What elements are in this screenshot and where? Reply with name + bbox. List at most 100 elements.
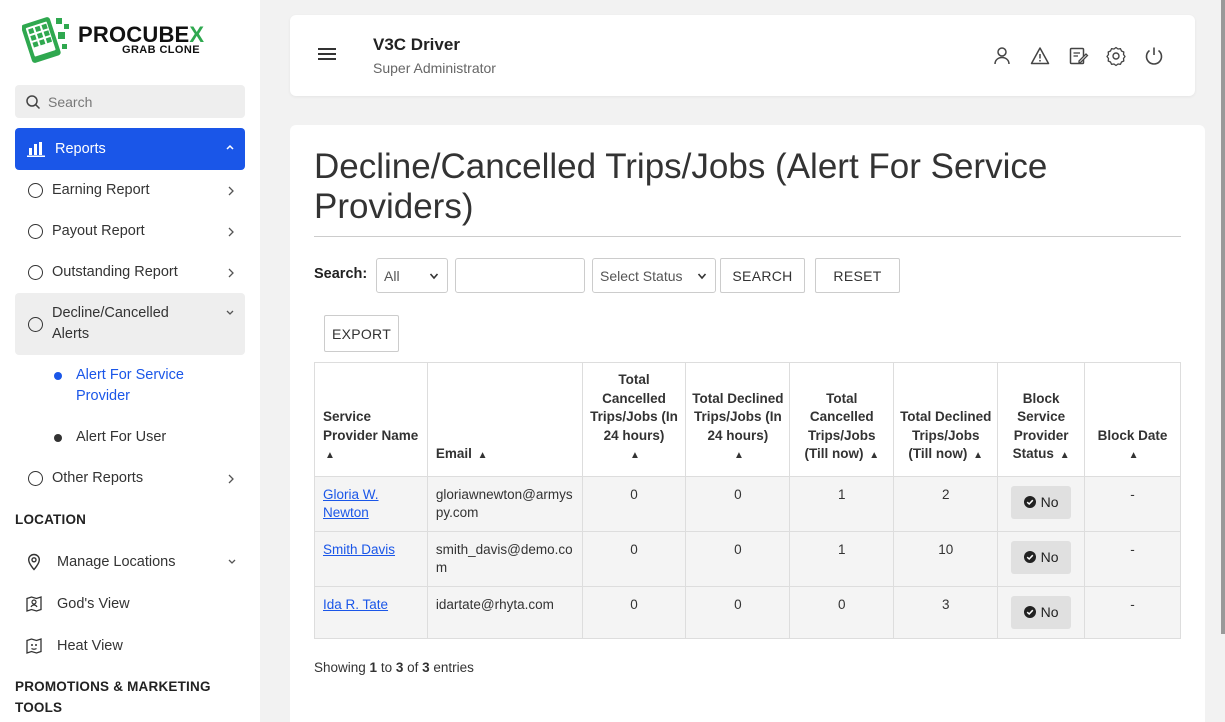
column-header[interactable]: Total Cancelled Trips/Jobs (In 24 hours)… bbox=[581, 362, 687, 477]
sidebar-item-payout-report[interactable]: Payout Report bbox=[15, 221, 245, 242]
page-title: Decline/Cancelled Trips/Jobs (Alert For … bbox=[314, 147, 1048, 226]
circle-icon bbox=[28, 265, 43, 280]
logo-subtitle: GRAB CLONE bbox=[122, 44, 200, 56]
header-subtitle: Super Administrator bbox=[373, 60, 496, 76]
settings-icon[interactable] bbox=[1105, 45, 1127, 67]
cell-block-date: - bbox=[1084, 585, 1181, 639]
chevron-down-icon bbox=[429, 273, 439, 280]
cell-declined-24h: 0 bbox=[685, 585, 791, 639]
cell-declined-total: 3 bbox=[893, 585, 999, 639]
keyword-input[interactable] bbox=[455, 258, 585, 293]
map-pin-icon bbox=[27, 553, 41, 571]
block-status-button[interactable]: No bbox=[1011, 540, 1072, 574]
map-user-icon bbox=[26, 595, 42, 612]
sidebar: PROCUBEX GRAB CLONE Search Reports Earni… bbox=[0, 0, 260, 722]
sidebar-item-gods-view[interactable]: God's View bbox=[15, 593, 245, 614]
cell-declined-24h: 0 bbox=[685, 530, 791, 587]
header-title: V3C Driver bbox=[373, 35, 460, 54]
reset-button[interactable]: RESET bbox=[815, 258, 900, 293]
provider-name-link[interactable]: Smith Davis bbox=[323, 542, 395, 557]
sidebar-search[interactable]: Search bbox=[15, 85, 245, 118]
status-select[interactable]: Select Status bbox=[592, 258, 716, 293]
alert-icon[interactable] bbox=[1029, 45, 1051, 67]
cell-cancelled-24h: 0 bbox=[581, 530, 687, 587]
sidebar-item-reports[interactable]: Reports bbox=[15, 128, 245, 170]
export-button[interactable]: EXPORT bbox=[324, 315, 399, 352]
alerts-table: Service Provider Name ▲︎ Email ▲︎ Total … bbox=[314, 362, 1181, 639]
column-header[interactable]: Total Cancelled Trips/Jobs (Till now) ▲︎ bbox=[789, 362, 895, 477]
cell-cancelled-total: 1 bbox=[789, 475, 895, 532]
circle-icon bbox=[28, 224, 43, 239]
column-header[interactable]: Block Service Provider Status ▲︎ bbox=[997, 362, 1086, 477]
search-icon bbox=[26, 94, 41, 109]
column-header[interactable]: Block Date ▲︎ bbox=[1084, 362, 1181, 477]
sidebar-subitem-alert-user[interactable]: Alert For User bbox=[54, 427, 166, 448]
main-content: Decline/Cancelled Trips/Jobs (Alert For … bbox=[290, 125, 1205, 722]
divider bbox=[314, 236, 1181, 237]
cell-declined-total: 2 bbox=[893, 475, 999, 532]
logo[interactable]: PROCUBEX GRAB CLONE bbox=[22, 14, 222, 68]
sort-icon: ▲︎ bbox=[630, 450, 640, 461]
column-header[interactable]: Total Declined Trips/Jobs (Till now) ▲︎ bbox=[893, 362, 999, 477]
column-header[interactable]: Total Declined Trips/Jobs (In 24 hours) ▲… bbox=[685, 362, 791, 477]
sort-icon: ▲︎ bbox=[973, 450, 984, 461]
table-row: Ida R. Tate idartate@rhyta.com 0 0 0 3 N… bbox=[314, 585, 1181, 639]
page-scrollbar[interactable] bbox=[1221, 0, 1225, 634]
chevron-right-icon bbox=[228, 227, 234, 237]
column-header[interactable]: Service Provider Name ▲︎ bbox=[314, 362, 428, 477]
chevron-up-icon bbox=[226, 144, 234, 150]
email-cell: gloriawnewton@armyspy.com bbox=[426, 475, 583, 532]
heat-map-icon bbox=[26, 637, 42, 654]
logo-cube-icon bbox=[22, 17, 69, 63]
sidebar-item-heat-view[interactable]: Heat View bbox=[15, 635, 245, 656]
sidebar-item-earning-report[interactable]: Earning Report bbox=[15, 180, 245, 201]
search-button[interactable]: SEARCH bbox=[720, 258, 805, 293]
search-placeholder: Search bbox=[48, 93, 93, 110]
chevron-down-icon bbox=[228, 559, 236, 564]
email-cell: idartate@rhyta.com bbox=[426, 585, 583, 639]
cell-block-date: - bbox=[1084, 530, 1181, 587]
chevron-right-icon bbox=[228, 186, 234, 196]
sidebar-item-outstanding-report[interactable]: Outstanding Report bbox=[15, 262, 245, 283]
sidebar-subitem-alert-service-provider[interactable]: Alert For Service Provider bbox=[54, 365, 206, 407]
cell-declined-total: 10 bbox=[893, 530, 999, 587]
search-field-select[interactable]: All bbox=[376, 258, 448, 293]
chevron-down-icon bbox=[697, 273, 707, 280]
sidebar-item-other-reports[interactable]: Other Reports bbox=[15, 468, 245, 489]
dot-icon bbox=[54, 434, 62, 442]
circle-icon bbox=[28, 316, 43, 332]
edit-icon[interactable] bbox=[1067, 45, 1089, 67]
cell-block-date: - bbox=[1084, 475, 1181, 532]
sort-icon: ▲︎ bbox=[733, 450, 744, 461]
sidebar-item-label: Reports bbox=[55, 141, 106, 157]
sidebar-item-decline-cancelled-alerts[interactable]: Decline/Cancelled Alerts bbox=[15, 303, 245, 345]
table-row: Smith Davis smith_davis@demo.com 0 0 1 1… bbox=[314, 530, 1181, 587]
header-icons bbox=[991, 45, 1165, 67]
column-header[interactable]: Email ▲︎ bbox=[426, 362, 583, 477]
block-status-button[interactable]: No bbox=[1011, 595, 1072, 629]
sidebar-item-manage-locations[interactable]: Manage Locations bbox=[15, 551, 245, 572]
dot-icon bbox=[54, 372, 62, 380]
section-heading-promotions: PROMOTIONS & MARKETING TOOLS bbox=[15, 679, 211, 715]
provider-name-link[interactable]: Ida R. Tate bbox=[323, 597, 388, 612]
email-cell: smith_davis@demo.com bbox=[426, 530, 583, 587]
chevron-down-icon bbox=[226, 310, 234, 315]
sort-icon: ▲︎ bbox=[1059, 450, 1070, 461]
search-label: Search: bbox=[314, 266, 368, 282]
chevron-right-icon bbox=[228, 268, 234, 278]
cell-declined-24h: 0 bbox=[685, 475, 791, 532]
user-icon[interactable] bbox=[991, 45, 1013, 67]
check-circle-icon bbox=[1023, 496, 1036, 508]
check-circle-icon bbox=[1023, 551, 1036, 563]
sort-icon: ▲︎ bbox=[477, 450, 488, 461]
block-status-button[interactable]: No bbox=[1011, 485, 1072, 519]
sort-icon: ▲︎ bbox=[325, 450, 335, 461]
cell-cancelled-24h: 0 bbox=[581, 585, 687, 639]
circle-icon bbox=[28, 183, 43, 198]
cell-cancelled-total: 1 bbox=[789, 530, 895, 587]
power-icon[interactable] bbox=[1143, 45, 1165, 67]
hamburger-menu-icon[interactable] bbox=[318, 48, 336, 62]
provider-name-link[interactable]: Gloria W. Newton bbox=[323, 487, 379, 520]
cell-cancelled-24h: 0 bbox=[581, 475, 687, 532]
cell-cancelled-total: 0 bbox=[789, 585, 895, 639]
